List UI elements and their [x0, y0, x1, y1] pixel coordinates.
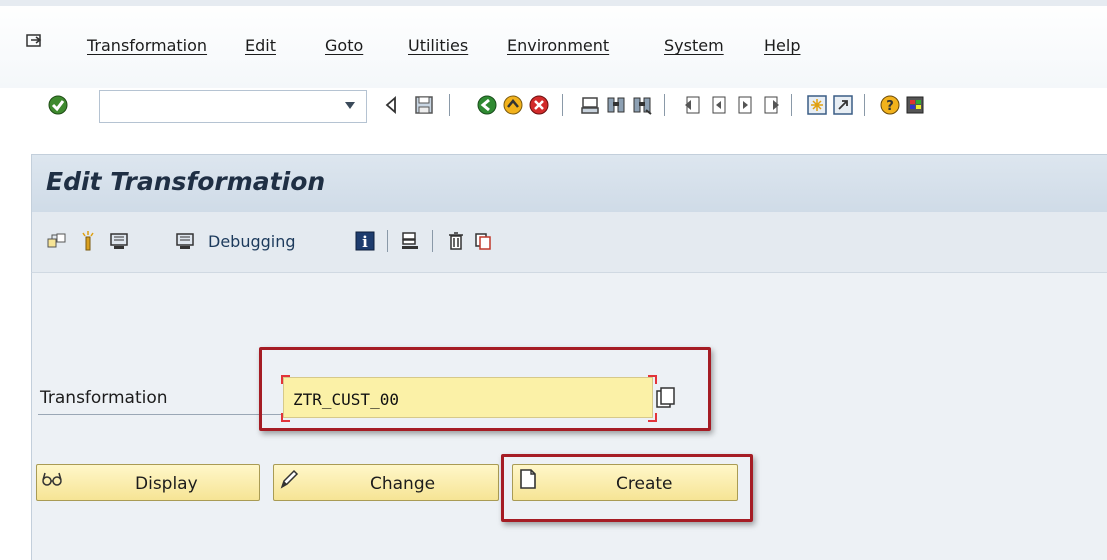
other-object-icon[interactable]: [46, 230, 68, 252]
toolbar-separator: [449, 94, 450, 116]
debugging-icon[interactable]: [174, 230, 196, 252]
svg-text:i: i: [362, 233, 368, 251]
cancel-icon[interactable]: [528, 94, 550, 116]
new-session-icon[interactable]: [806, 94, 828, 116]
menu-bar: Transformation Edit Goto Utilities Envir…: [0, 0, 1107, 88]
page-title: Edit Transformation: [46, 167, 326, 196]
customize-layout-icon[interactable]: [904, 94, 926, 116]
toolbar-separator: [664, 94, 665, 116]
transformation-label: Transformation: [40, 388, 168, 408]
highlight-box-transformation: [259, 347, 711, 431]
first-page-icon[interactable]: [682, 94, 704, 116]
label-underline: [38, 414, 284, 415]
save-icon[interactable]: [413, 94, 435, 116]
highlight-box-create: [501, 454, 753, 522]
glasses-icon: [42, 472, 62, 486]
toolbar-separator: [432, 230, 433, 252]
change-button-label: Change: [370, 474, 436, 494]
last-page-icon[interactable]: [760, 94, 782, 116]
toolbar-separator: [864, 94, 865, 116]
information-icon[interactable]: i: [354, 230, 376, 252]
screen-header: Edit Transformation: [31, 154, 1107, 213]
menu-transformation[interactable]: Transformation: [87, 36, 207, 55]
menu-goto[interactable]: Goto: [325, 36, 363, 55]
pencil-icon: [280, 469, 299, 489]
menu-system[interactable]: System: [664, 36, 724, 55]
menu-help[interactable]: Help: [764, 36, 800, 55]
change-button[interactable]: Change: [273, 464, 499, 501]
exit-icon[interactable]: [502, 94, 524, 116]
system-menu-icon[interactable]: [26, 34, 44, 50]
debugging-label[interactable]: Debugging: [208, 232, 296, 251]
toolbar-separator: [387, 230, 388, 252]
help-icon[interactable]: ?: [879, 94, 901, 116]
enter-icon[interactable]: [47, 94, 69, 116]
back-arrow-icon[interactable]: [381, 94, 403, 116]
svg-text:?: ?: [886, 99, 894, 114]
find-icon[interactable]: [605, 94, 627, 116]
next-page-icon[interactable]: [734, 94, 756, 116]
print-icon[interactable]: [579, 94, 601, 116]
toolbar-separator: [562, 94, 563, 116]
menu-utilities[interactable]: Utilities: [408, 36, 468, 55]
command-dropdown-icon[interactable]: [345, 102, 355, 109]
command-field[interactable]: [99, 90, 367, 123]
test-icon[interactable]: [108, 230, 130, 252]
display-button[interactable]: Display: [36, 464, 260, 501]
copy-icon[interactable]: [472, 230, 494, 252]
back-icon[interactable]: [476, 94, 498, 116]
previous-page-icon[interactable]: [708, 94, 730, 116]
menu-edit[interactable]: Edit: [245, 36, 276, 55]
window-top-border: [0, 0, 1107, 6]
display-button-label: Display: [135, 474, 198, 494]
shortcut-icon[interactable]: [832, 94, 854, 116]
menu-environment[interactable]: Environment: [507, 36, 609, 55]
activate-icon[interactable]: [77, 230, 99, 252]
where-used-list-icon[interactable]: [399, 230, 421, 252]
find-next-icon[interactable]: [631, 94, 653, 116]
application-toolbar: Debugging i: [31, 212, 1107, 273]
toolbar-separator: [791, 94, 792, 116]
delete-icon[interactable]: [445, 230, 467, 252]
